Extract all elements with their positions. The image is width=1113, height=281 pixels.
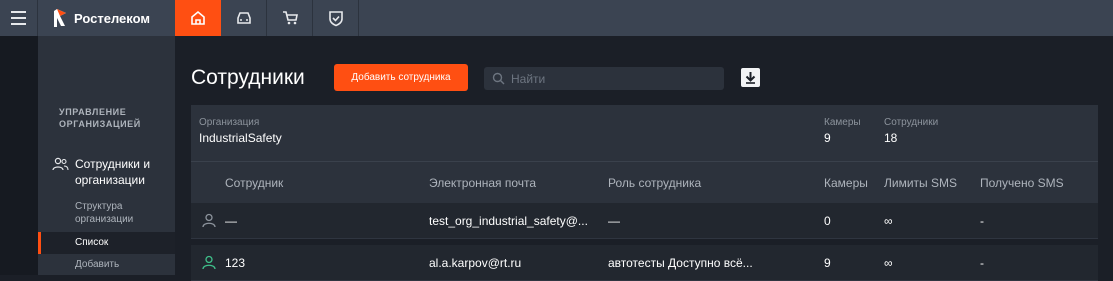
header-sms-received[interactable]: Получено SMS <box>980 176 1064 190</box>
cell-email: test_org_industrial_safety@... <box>429 214 588 228</box>
left-rail <box>0 36 38 275</box>
cameras-count: 9 <box>824 131 831 145</box>
download-icon <box>745 72 756 84</box>
sidebar-item-add[interactable]: Добавить <box>75 258 119 271</box>
org-name: IndustrialSafety <box>199 131 282 145</box>
add-employee-button[interactable]: Добавить сотрудника <box>334 64 468 91</box>
nav-cart[interactable] <box>267 0 313 36</box>
menu-icon[interactable] <box>0 0 38 36</box>
cell-employee: 123 <box>225 256 246 270</box>
cell-employee: — <box>225 214 237 228</box>
employees-caption: Сотрудники <box>884 117 939 128</box>
page-title: Сотрудники <box>191 66 305 89</box>
sidebar-section-employees[interactable]: Сотрудники и организации <box>52 156 165 188</box>
cell-role: — <box>608 214 620 228</box>
sidebar-item-list[interactable]: Список <box>38 232 175 254</box>
cell-sms-limits: ∞ <box>884 214 893 228</box>
table-row[interactable]: 123 al.a.karpov@rt.ru автотесты Доступно… <box>191 245 1098 281</box>
home-icon <box>191 10 205 25</box>
cell-email: al.a.karpov@rt.ru <box>429 256 522 270</box>
sidebar-section-label: Сотрудники и организации <box>75 157 151 187</box>
cart-icon <box>282 11 298 25</box>
cell-sms-received: - <box>980 256 984 270</box>
header-cameras[interactable]: Камеры <box>824 176 868 190</box>
search-box[interactable] <box>484 67 724 90</box>
header-role[interactable]: Роль сотрудника <box>608 176 701 190</box>
nav-security[interactable] <box>313 0 359 36</box>
cell-sms-limits: ∞ <box>884 256 893 270</box>
user-active-icon <box>202 255 216 270</box>
cell-role: автотесты Доступно всё... <box>608 256 753 270</box>
search-icon <box>492 72 505 85</box>
header-sms-limits[interactable]: Лимиты SMS <box>884 176 957 190</box>
cameras-caption: Камеры <box>824 117 861 128</box>
brand-name: Ростелеком <box>74 10 150 26</box>
organization-summary: Организация IndustrialSafety Камеры 9 Со… <box>191 105 1098 161</box>
brand-logo[interactable]: Ростелеком <box>38 0 175 36</box>
users-icon <box>52 157 69 171</box>
org-caption: Организация <box>199 117 260 128</box>
cell-cameras: 0 <box>824 214 831 228</box>
car-icon <box>236 12 251 24</box>
nav-car[interactable] <box>221 0 267 36</box>
header-email[interactable]: Электронная почта <box>429 176 536 190</box>
sidebar-item-list-label: Список <box>75 237 109 248</box>
sidebar-item-structure[interactable]: Структура организации <box>75 200 165 226</box>
table-header: Сотрудник Электронная почта Роль сотрудн… <box>191 161 1098 203</box>
user-inactive-icon <box>202 213 216 228</box>
shield-icon <box>328 10 343 26</box>
table-row[interactable]: — test_org_industrial_safety@... — 0 ∞ - <box>191 203 1098 239</box>
sidebar: УПРАВЛЕНИЕ ОРГАНИЗАЦИЕЙ Сотрудники и орг… <box>38 36 175 275</box>
top-bar: Ростелеком <box>0 0 1113 36</box>
cell-sms-received: - <box>980 214 984 228</box>
rostelecom-logo-icon <box>54 9 66 27</box>
nav-home[interactable] <box>175 0 221 36</box>
header-employee[interactable]: Сотрудник <box>225 176 283 190</box>
active-indicator <box>38 232 41 254</box>
sidebar-heading: УПРАВЛЕНИЕ ОРГАНИЗАЦИЕЙ <box>59 107 141 129</box>
search-input[interactable] <box>511 71 711 86</box>
cell-cameras: 9 <box>824 256 831 270</box>
download-button[interactable] <box>741 68 760 87</box>
employees-count: 18 <box>884 131 898 145</box>
